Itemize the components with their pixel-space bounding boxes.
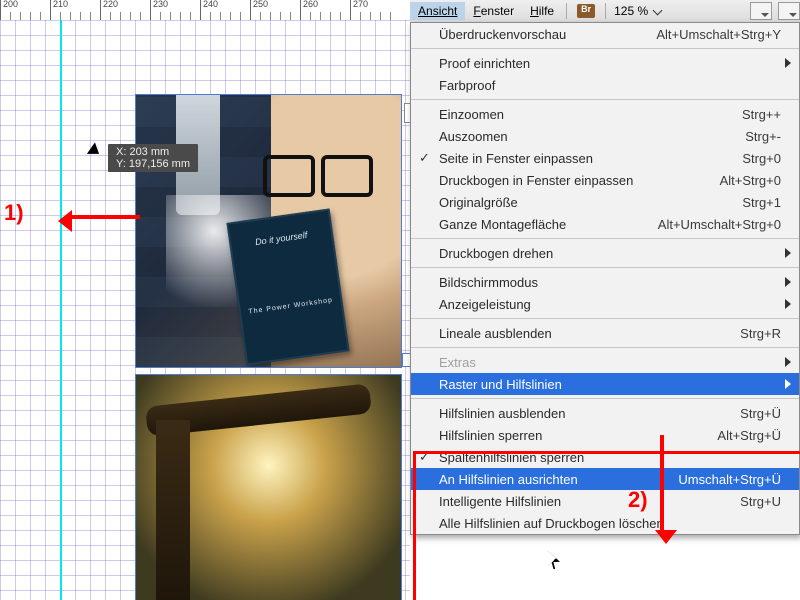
ruler-tick: 270 [350, 0, 351, 20]
ruler-tick: 230 [150, 0, 151, 20]
menu-item-label: Ganze Montagefläche [439, 217, 644, 232]
coordinate-tooltip: X: 203 mm Y: 197,156 mm [108, 144, 198, 172]
menu-item[interactable]: Druckbogen drehen [411, 242, 799, 264]
submenu-arrow-icon [785, 277, 791, 287]
menu-item-shortcut: Strg+U [740, 494, 781, 509]
submenu-arrow-icon [785, 379, 791, 389]
menu-item[interactable]: Ganze Montagefläche Alt+Umschalt+Strg+0 [411, 213, 799, 235]
menu-item[interactable]: Intelligente Hilfslinien Strg+U [411, 490, 799, 512]
annotation-arrow-1 [72, 215, 140, 219]
menu-item[interactable]: Alle Hilfslinien auf Druckbogen löschen [411, 512, 799, 534]
menu-item[interactable]: Originalgröße Strg+1 [411, 191, 799, 213]
submenu-arrow-icon [785, 357, 791, 367]
menu-item[interactable]: An Hilfslinien ausrichten Umschalt+Strg+Ü [411, 468, 799, 490]
menu-item[interactable]: Farbproof [411, 74, 799, 96]
arrange-button[interactable] [778, 2, 800, 20]
menu-item-shortcut: Alt+Strg+0 [720, 173, 781, 188]
menu-item[interactable]: Proof einrichten [411, 52, 799, 74]
menu-item-shortcut: Strg+0 [742, 151, 781, 166]
menu-item-label: Proof einrichten [439, 56, 781, 71]
menu-item-label: Raster und Hilfslinien [439, 377, 781, 392]
menu-item-label: Lineale ausblenden [439, 326, 726, 341]
menu-item-shortcut: Umschalt+Strg+Ü [678, 472, 781, 487]
submenu-arrow-icon [785, 248, 791, 258]
ruler-tick: 250 [250, 0, 251, 20]
menu-item-label: Bildschirmmodus [439, 275, 781, 290]
submenu-arrow-icon [785, 58, 791, 68]
menu-item-label: Originalgröße [439, 195, 728, 210]
chevron-down-icon[interactable] [653, 5, 663, 15]
menu-hilfe[interactable]: Hilfe [522, 2, 562, 20]
document-area[interactable]: Do it yourself The Power Workshop X: 203… [0, 20, 410, 600]
menu-item[interactable]: Auszoomen Strg+- [411, 125, 799, 147]
menu-item-label: Seite in Fenster einpassen [439, 151, 728, 166]
menu-item-label: Alle Hilfslinien auf Druckbogen löschen [439, 516, 781, 531]
menu-item[interactable]: ✓ Seite in Fenster einpassen Strg+0 [411, 147, 799, 169]
menu-item-label: An Hilfslinien ausrichten [439, 472, 664, 487]
menu-item[interactable]: Einzoomen Strg++ [411, 103, 799, 125]
menu-item[interactable]: Bildschirmmodus [411, 271, 799, 293]
book-title: Do it yourself [231, 227, 331, 251]
mouse-cursor-icon [548, 551, 560, 569]
menu-item[interactable]: Extras [411, 351, 799, 373]
menu-ansicht[interactable]: Ansicht [410, 2, 465, 20]
menu-item-label: Intelligente Hilfslinien [439, 494, 726, 509]
menu-item-label: Druckbogen in Fenster einpassen [439, 173, 706, 188]
screen-mode-button[interactable] [750, 2, 772, 20]
zoom-level[interactable]: 125 % [610, 4, 652, 18]
ruler-tick: 240 [200, 0, 201, 20]
submenu-arrow-icon [785, 299, 791, 309]
menu-item-shortcut: Strg+- [745, 129, 781, 144]
menu-item-shortcut: Strg+Ü [740, 406, 781, 421]
image-frame-2[interactable] [135, 374, 402, 600]
menu-item-shortcut: Strg+1 [742, 195, 781, 210]
menu-fenster[interactable]: Fenster [465, 2, 522, 20]
bridge-icon[interactable]: Br [577, 4, 595, 18]
ruler-tick: 220 [100, 0, 101, 20]
ruler-tick: 210 [50, 0, 51, 20]
menu-item-shortcut: Alt+Umschalt+Strg+Y [656, 27, 781, 42]
menu-item-label: Druckbogen drehen [439, 246, 781, 261]
menu-item[interactable]: Raster und Hilfslinien [411, 373, 799, 395]
annotation-marker-2: 2) [628, 487, 648, 513]
image-frame-1[interactable]: Do it yourself The Power Workshop [135, 94, 402, 368]
menu-item-shortcut: Alt+Umschalt+Strg+0 [658, 217, 781, 232]
menu-item[interactable]: Hilfslinien sperrenAlt+Strg+Ü [411, 424, 799, 446]
menu-item-label: Auszoomen [439, 129, 731, 144]
menu-item-shortcut: Strg++ [742, 107, 781, 122]
annotation-arrow-2 [660, 435, 664, 530]
menu-item-label: Extras [439, 355, 781, 370]
menu-item[interactable]: Lineale ausblenden Strg+R [411, 322, 799, 344]
menu-item-shortcut: Alt+Strg+Ü [717, 428, 781, 443]
check-icon: ✓ [419, 150, 430, 166]
menu-item[interactable]: Anzeigeleistung [411, 293, 799, 315]
annotation-marker-1: 1) [4, 200, 24, 226]
book-subtitle: The Power Workshop [241, 296, 341, 317]
menu-item-label: Einzoomen [439, 107, 728, 122]
menu-bar: Ansicht Fenster Hilfe Br 125 % [410, 0, 800, 23]
menu-item-label: Überdruckenvorschau [439, 27, 642, 42]
menu-item[interactable]: Druckbogen in Fenster einpassen Alt+Strg+… [411, 169, 799, 191]
menu-item[interactable]: Überdruckenvorschau Alt+Umschalt+Strg+Y [411, 23, 799, 45]
ansicht-dropdown-menu: Überdruckenvorschau Alt+Umschalt+Strg+Y Pr… [410, 22, 800, 535]
ruler-tick: 200 [0, 0, 1, 20]
menu-item[interactable]: ✓ Spaltenhilfslinien sperren [411, 446, 799, 468]
check-icon: ✓ [419, 449, 430, 465]
book-cover: Do it yourself The Power Workshop [226, 208, 349, 365]
menu-item-label: Hilfslinien ausblenden [439, 406, 726, 421]
ruler-tick: 260 [300, 0, 301, 20]
menu-item-shortcut: Strg+R [740, 326, 781, 341]
guide-line[interactable] [60, 20, 62, 600]
menu-item-label: Anzeigeleistung [439, 297, 781, 312]
menu-item-label: Spaltenhilfslinien sperren [439, 450, 781, 465]
menu-item[interactable]: Hilfslinien ausblenden Strg+Ü [411, 402, 799, 424]
menu-item-label: Farbproof [439, 78, 781, 93]
